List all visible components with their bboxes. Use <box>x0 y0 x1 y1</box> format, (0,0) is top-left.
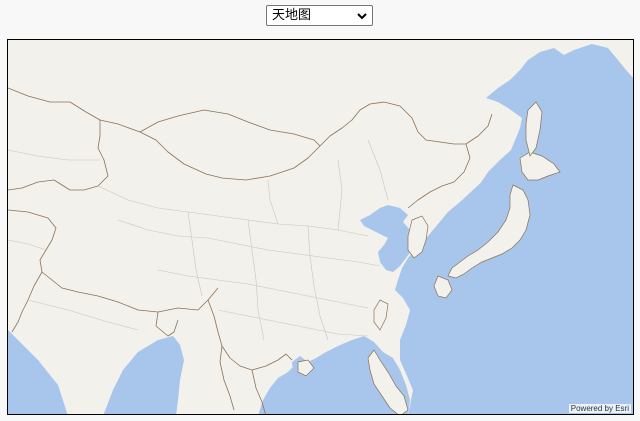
map-attribution[interactable]: Powered by Esri <box>568 404 631 413</box>
basemap-select[interactable]: 天地图 <box>266 5 373 26</box>
chevron-down-icon <box>357 13 367 20</box>
map-canvas[interactable] <box>8 40 634 415</box>
map-view[interactable]: Powered by Esri <box>7 39 634 415</box>
basemap-select-value: 天地图 <box>272 8 312 23</box>
